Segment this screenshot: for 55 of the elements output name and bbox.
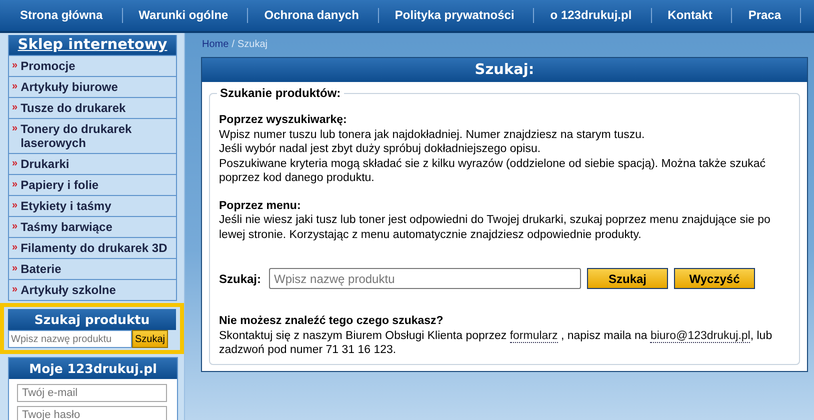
paragraph: Poszukiwane kryteria mogą składać sie z kilku wyrazów (oddzielone od siebie spacją). Można także szukać poprzez kod danego produktu. (219, 156, 766, 186)
chevron-icon: » (12, 241, 18, 255)
chevron-icon: » (12, 262, 18, 276)
sidebar-item[interactable]: » Taśmy barwiące (9, 216, 176, 237)
search-button[interactable]: Szukaj (132, 330, 168, 348)
paragraph: Jeśli nie wiesz jaki tusz lub toner jest odpowiedni do Twojej drukarki, szukaj poprzez menu znajdujące sie po lewej stronie. Korzystając z menu automatycznie znajdziesz odpowiednie produkty. (219, 213, 772, 242)
sidebar-item[interactable]: » Artykuły szkolne (9, 279, 176, 300)
box-title: Moje 123drukuj.pl (29, 361, 157, 376)
chevron-icon: » (12, 220, 18, 234)
search-field[interactable]: Wpisz nazwę produktu (8, 330, 132, 348)
chevron-icon: » (12, 157, 18, 171)
breadcrumb-link[interactable]: Home (202, 39, 229, 57)
search-label: Szukaj: (219, 272, 262, 286)
action-button[interactable]: Wyczyść (674, 268, 756, 289)
chevron-icon: » (12, 199, 18, 213)
chevron-icon: » (12, 59, 18, 73)
fieldset-legend: Szukanie produktów: (217, 86, 344, 100)
text-link[interactable]: formularz (510, 330, 558, 342)
paragraph: Skontaktuj się z naszym Biurem Obsługi Klienta poprzez formularz , napisz maila na biuro@123drukuj.pl, lub zadzwoń pod numer 71 31 16 123. (219, 328, 774, 358)
sidebar-item[interactable]: » Promocje (9, 55, 176, 76)
chevron-icon: » (12, 80, 18, 94)
sidebar-item[interactable]: » Filamenty do drukarek 3D (9, 237, 176, 258)
search-field[interactable]: Wpisz nazwę produktu (269, 268, 582, 289)
input-field[interactable]: Twój e-mail (17, 384, 167, 402)
panel-title: Szukaj: (474, 62, 534, 78)
chevron-icon: » (12, 101, 18, 115)
sidebar-item[interactable]: » Drukarki (9, 153, 176, 174)
nav-link[interactable]: Praca (732, 8, 802, 23)
paragraph: Jeśli wybór nadal jest zbyt duży spróbuj dokładniejszego opisu. (219, 142, 542, 156)
input-field[interactable]: Twoje hasło (17, 406, 167, 420)
section-heading: Poprzez menu: (219, 198, 302, 213)
text-link[interactable]: biuro@123drukuj.pl (650, 330, 750, 342)
box-title: Szukaj produktu (34, 312, 150, 327)
breadcrumb-separator: / (232, 39, 234, 52)
chevron-icon: » (12, 283, 18, 297)
nav-link[interactable]: Strona główna (4, 8, 123, 23)
sidebar-item[interactable]: » Tonery do drukarek laserowych (9, 118, 176, 153)
nav-link[interactable]: Warunki ogólne (122, 8, 248, 23)
breadcrumb-current: Szukaj (237, 39, 268, 52)
section-heading: Poprzez wyszukiwarkę: (219, 113, 348, 128)
sidebar-item[interactable]: » Papiery i folie (9, 174, 176, 195)
nav-link[interactable]: o 123drukuj.pl (534, 8, 652, 23)
sidebar-item[interactable]: » Tusze do drukarek (9, 97, 176, 118)
sidebar-item[interactable]: » Artykuły biurowe (9, 76, 176, 97)
chevron-icon: » (12, 178, 18, 192)
paragraph: Wpisz numer tuszu lub tonera jak najdokładniej. Numer znajdziesz na starym tuszu. (219, 128, 646, 142)
action-button[interactable]: Szukaj (587, 268, 668, 289)
nav-link[interactable]: Ochrona danych (248, 8, 379, 23)
section-heading: Nie możesz znaleźć tego czego szukasz? (219, 314, 444, 328)
nav-link[interactable]: Polityka prywatności (378, 8, 534, 23)
chevron-icon: » (12, 122, 18, 136)
nav-link[interactable]: Kontakt (652, 8, 732, 23)
shop-title-link[interactable]: Sklep internetowy (18, 37, 168, 53)
sidebar-item[interactable]: » Baterie (9, 258, 176, 279)
sidebar-item[interactable]: » Etykiety i taśmy (9, 195, 176, 216)
